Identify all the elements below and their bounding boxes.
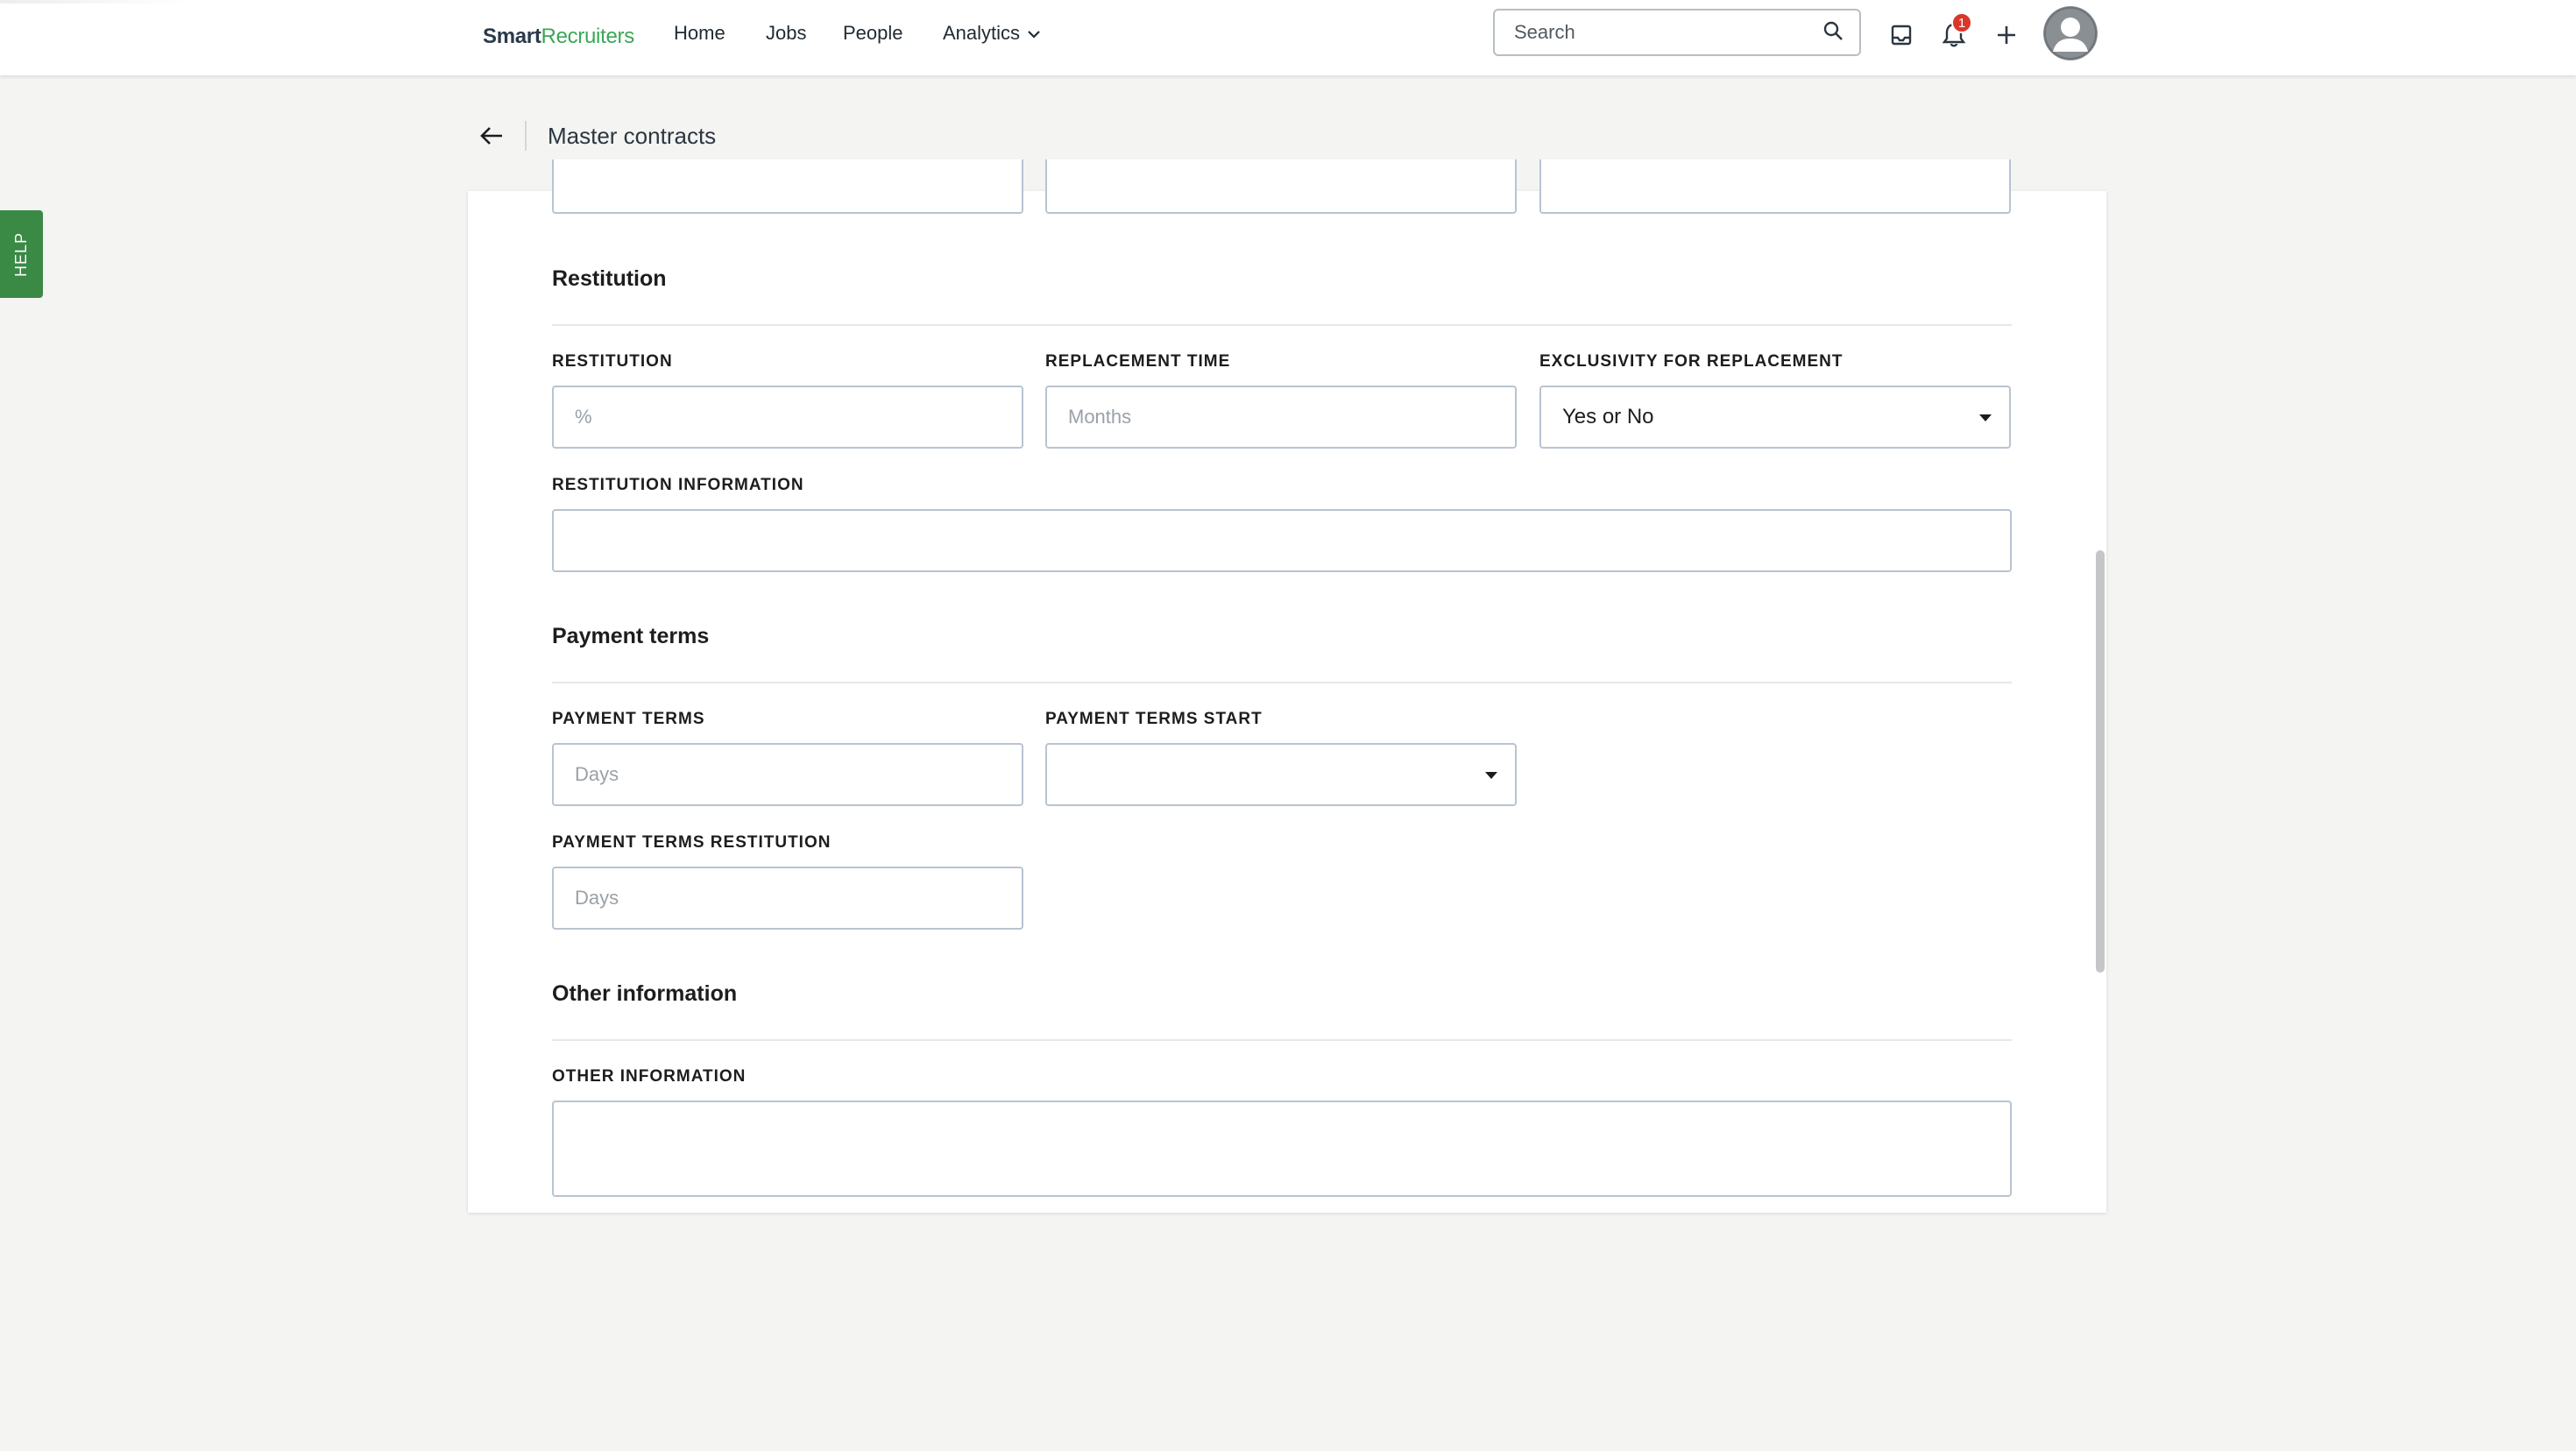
payment-terms-restitution-input[interactable] (554, 868, 1022, 928)
logo-text-smart: Smart (483, 25, 541, 48)
section-divider (552, 324, 2012, 326)
inbox-icon[interactable] (1884, 18, 1919, 53)
logo-text-recruiters: Recruiters (541, 25, 635, 48)
help-tab[interactable]: HELP (0, 210, 43, 298)
nav-analytics-label: Analytics (943, 22, 1021, 44)
search-box[interactable] (1493, 9, 1861, 56)
replacement-time-label: REPLACEMENT TIME (1045, 352, 1231, 371)
user-icon (2044, 7, 2097, 60)
section-title-restitution: Restitution (552, 266, 667, 291)
header-divider (525, 121, 527, 151)
exclusivity-select[interactable]: Yes or No (1539, 386, 2011, 449)
exclusivity-selected-value: Yes or No (1562, 405, 1654, 428)
other-information-label: OTHER INFORMATION (552, 1067, 747, 1086)
payment-terms-field[interactable] (552, 743, 1023, 806)
exclusivity-label: EXCLUSIVITY FOR REPLACEMENT (1539, 352, 1844, 371)
caret-down-icon (1979, 414, 1992, 421)
restitution-field[interactable] (552, 386, 1023, 449)
replacement-time-field[interactable] (1045, 386, 1517, 449)
replacement-time-input[interactable] (1047, 387, 1515, 447)
nav-people[interactable]: People (843, 18, 903, 49)
section-divider (552, 1039, 2012, 1041)
partial-field-3[interactable] (1539, 159, 2011, 214)
nav-jobs-label: Jobs (766, 22, 807, 44)
section-title-payment-terms: Payment terms (552, 624, 710, 648)
nav-people-label: People (843, 22, 903, 44)
notification-badge: 1 (1951, 12, 1972, 33)
scrollbar-thumb[interactable] (2096, 550, 2105, 973)
page-title: Master contracts (548, 122, 717, 149)
payment-terms-start-select[interactable] (1045, 743, 1517, 806)
search-icon[interactable] (1822, 20, 1844, 46)
partial-field-2[interactable] (1045, 159, 1517, 214)
form-card (468, 191, 2106, 1213)
back-button[interactable] (477, 121, 506, 151)
caret-down-icon (1485, 772, 1497, 779)
corner-shadow (0, 0, 193, 4)
arrow-left-icon (480, 127, 502, 145)
payment-terms-restitution-field[interactable] (552, 867, 1023, 930)
restitution-input[interactable] (554, 387, 1022, 447)
section-divider (552, 682, 2012, 683)
other-information-field[interactable] (552, 1101, 2012, 1197)
restitution-information-field[interactable] (552, 509, 2012, 572)
chevron-down-icon (1027, 22, 1041, 45)
restitution-information-input[interactable] (554, 511, 2010, 570)
help-label: HELP (12, 231, 30, 277)
plus-icon[interactable] (1989, 18, 2024, 53)
avatar[interactable] (2043, 6, 2098, 60)
nav-home-label: Home (674, 22, 725, 44)
partial-field-1[interactable] (552, 159, 1023, 214)
payment-terms-label: PAYMENT TERMS (552, 710, 705, 728)
nav-home[interactable]: Home (674, 18, 725, 49)
search-input[interactable] (1514, 21, 1822, 44)
restitution-label: RESTITUTION (552, 352, 673, 371)
nav-analytics[interactable]: Analytics (943, 18, 1041, 49)
nav-jobs[interactable]: Jobs (766, 18, 806, 49)
payment-terms-start-label: PAYMENT TERMS START (1045, 710, 1263, 728)
section-title-other-information: Other information (552, 981, 738, 1006)
payment-terms-input[interactable] (554, 745, 1022, 804)
payment-terms-restitution-label: PAYMENT TERMS RESTITUTION (552, 833, 832, 852)
restitution-information-label: RESTITUTION INFORMATION (552, 476, 804, 494)
smartrecruiters-logo[interactable]: Smart Recruiters (483, 19, 634, 54)
other-information-input[interactable] (554, 1102, 2010, 1195)
top-navigation-bar: Smart Recruiters Home Jobs People Analyti… (0, 0, 2576, 75)
